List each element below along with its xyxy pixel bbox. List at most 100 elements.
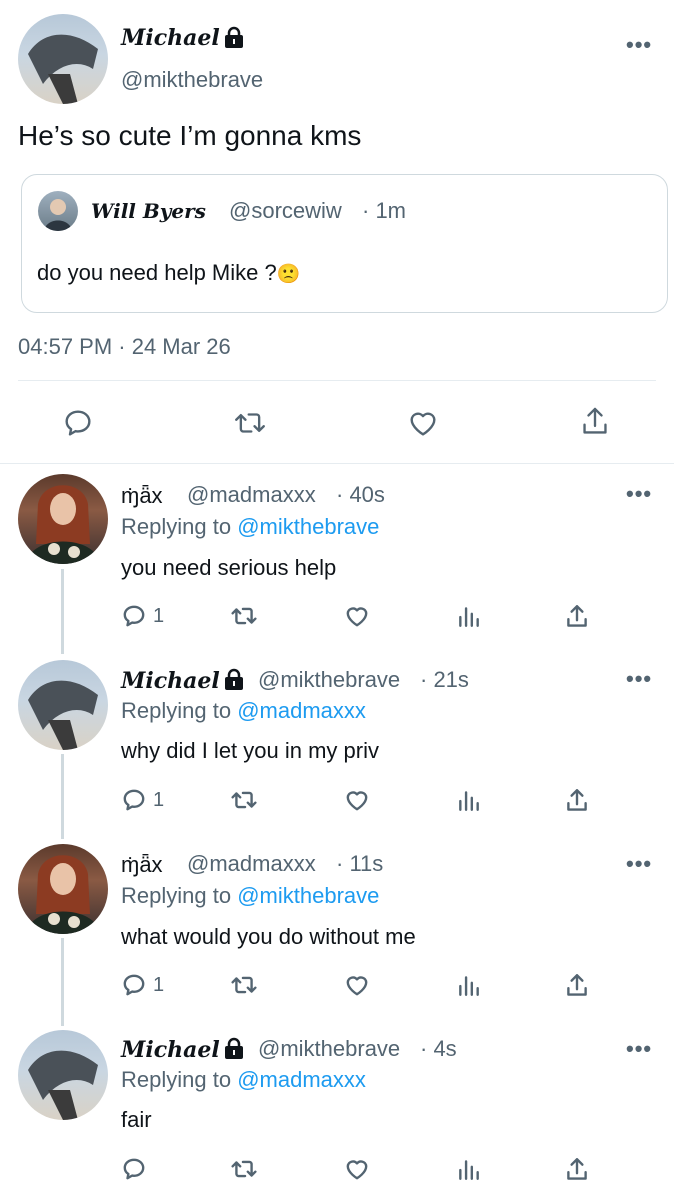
analytics-icon <box>459 976 479 996</box>
reply-icon[interactable] <box>62 407 94 439</box>
more-options-icon[interactable]: ••• <box>626 483 652 505</box>
reply-button[interactable]: 1 <box>121 972 164 998</box>
quoted-text: do you need help Mike ?🙁 <box>37 260 300 286</box>
reply-button[interactable]: 1 <box>121 603 164 629</box>
replying-to-handle[interactable]: @mikthebrave <box>237 514 379 539</box>
share-button[interactable] <box>564 603 590 631</box>
analytics-button[interactable] <box>456 603 482 629</box>
reply-text: what would you do without me <box>121 924 416 949</box>
author-handle[interactable]: @mikthebrave <box>258 1036 400 1062</box>
avatar[interactable] <box>18 14 108 104</box>
reply-time[interactable]: · 40s <box>336 482 385 508</box>
share-button[interactable] <box>564 787 590 815</box>
reply-button[interactable]: 1 <box>121 787 164 813</box>
author-handle[interactable]: @mikthebrave <box>121 67 263 93</box>
author-handle[interactable]: @madmaxxx <box>187 851 316 877</box>
reply-icon <box>123 1158 145 1180</box>
more-options-icon[interactable]: ••• <box>626 668 652 690</box>
author-handle[interactable]: @mikthebrave <box>258 667 400 693</box>
replying-to-handle[interactable]: @madmaxxx <box>237 1067 366 1092</box>
reply-icon <box>123 605 145 627</box>
retweet-icon[interactable] <box>233 407 267 439</box>
avatar <box>38 191 78 231</box>
avatar[interactable] <box>18 844 108 934</box>
quoted-author-name: Will Byers <box>91 199 206 223</box>
analytics-button[interactable] <box>456 972 482 998</box>
divider <box>0 463 674 464</box>
reply-time[interactable]: · 4s <box>420 1036 457 1062</box>
lock-icon <box>222 668 246 692</box>
reply-time[interactable]: · 21s <box>420 667 469 693</box>
share-icon[interactable] <box>579 405 611 439</box>
replying-to-prefix: Replying to <box>121 698 232 723</box>
analytics-icon <box>459 607 479 627</box>
replying-to-handle[interactable]: @mikthebrave <box>237 883 379 908</box>
like-icon <box>346 607 368 627</box>
like-icon <box>346 976 368 996</box>
quoted-text-body: do you need help Mike ? <box>37 260 277 285</box>
reply-time[interactable]: · 11s <box>336 851 383 877</box>
more-options-icon[interactable]: ••• <box>626 34 652 56</box>
reply-count: 1 <box>153 788 165 811</box>
retweet-button[interactable] <box>229 603 259 629</box>
author-name[interactable]: ɱ̇ǟx <box>121 483 163 509</box>
share-button[interactable] <box>564 972 590 1000</box>
reply-count: 1 <box>153 604 165 627</box>
like-button[interactable] <box>343 603 371 629</box>
author-name[interactable]: Michael <box>121 25 220 51</box>
reply-text: why did I let you in my priv <box>121 738 379 763</box>
share-icon <box>567 789 587 811</box>
reply-actions: 1 <box>121 972 591 1002</box>
replying-to: Replying to @madmaxxx <box>121 698 366 724</box>
lock-icon <box>222 1037 246 1061</box>
reply-count: 1 <box>153 973 165 996</box>
reply-actions: 1 <box>121 603 591 633</box>
share-icon <box>567 974 587 996</box>
more-options-icon[interactable]: ••• <box>626 853 652 875</box>
replying-to-handle[interactable]: @madmaxxx <box>237 698 366 723</box>
analytics-icon <box>459 791 479 811</box>
replying-to: Replying to @mikthebrave <box>121 883 379 909</box>
replying-to: Replying to @mikthebrave <box>121 514 379 540</box>
thread-line <box>61 569 64 654</box>
share-icon <box>567 1158 587 1180</box>
share-button[interactable] <box>564 1156 590 1184</box>
author-name[interactable]: ɱ̇ǟx <box>121 852 163 878</box>
retweet-icon <box>231 791 257 809</box>
reply-actions: 1 <box>121 787 591 817</box>
tweet-text: He’s so cute I’m gonna kms <box>18 120 362 151</box>
avatar[interactable] <box>18 660 108 750</box>
more-options-icon[interactable]: ••• <box>626 1038 652 1060</box>
divider <box>18 380 656 381</box>
analytics-button[interactable] <box>456 787 482 813</box>
thread-line <box>61 754 64 839</box>
like-icon[interactable] <box>406 407 440 439</box>
confused-face-icon: 🙁 <box>276 264 301 285</box>
analytics-button[interactable] <box>456 1156 482 1182</box>
quoted-tweet[interactable]: Will Byers @sorcewiw · 1m do you need he… <box>21 174 668 313</box>
author-name[interactable]: Michael <box>121 668 220 694</box>
reply-text: fair <box>121 1107 152 1132</box>
replying-to-prefix: Replying to <box>121 883 232 908</box>
like-icon <box>346 791 368 811</box>
replying-to-prefix: Replying to <box>121 514 232 539</box>
retweet-button[interactable] <box>229 1156 259 1182</box>
author-name[interactable]: Michael <box>121 1037 220 1063</box>
author-handle[interactable]: @madmaxxx <box>187 482 316 508</box>
reply-actions <box>121 1156 591 1186</box>
reply-icon <box>123 974 145 996</box>
replying-to-prefix: Replying to <box>121 1067 232 1092</box>
replying-to: Replying to @madmaxxx <box>121 1067 366 1093</box>
like-button[interactable] <box>343 1156 371 1182</box>
like-button[interactable] <box>343 787 371 813</box>
retweet-icon <box>231 607 257 625</box>
tweet-timestamp[interactable]: 04:57 PM · 24 Mar 26 <box>18 334 231 360</box>
analytics-icon <box>459 1160 479 1180</box>
retweet-button[interactable] <box>229 972 259 998</box>
like-button[interactable] <box>343 972 371 998</box>
lock-icon <box>222 26 246 50</box>
avatar[interactable] <box>18 1030 108 1120</box>
retweet-button[interactable] <box>229 787 259 813</box>
avatar[interactable] <box>18 474 108 564</box>
reply-button[interactable] <box>121 1156 153 1182</box>
